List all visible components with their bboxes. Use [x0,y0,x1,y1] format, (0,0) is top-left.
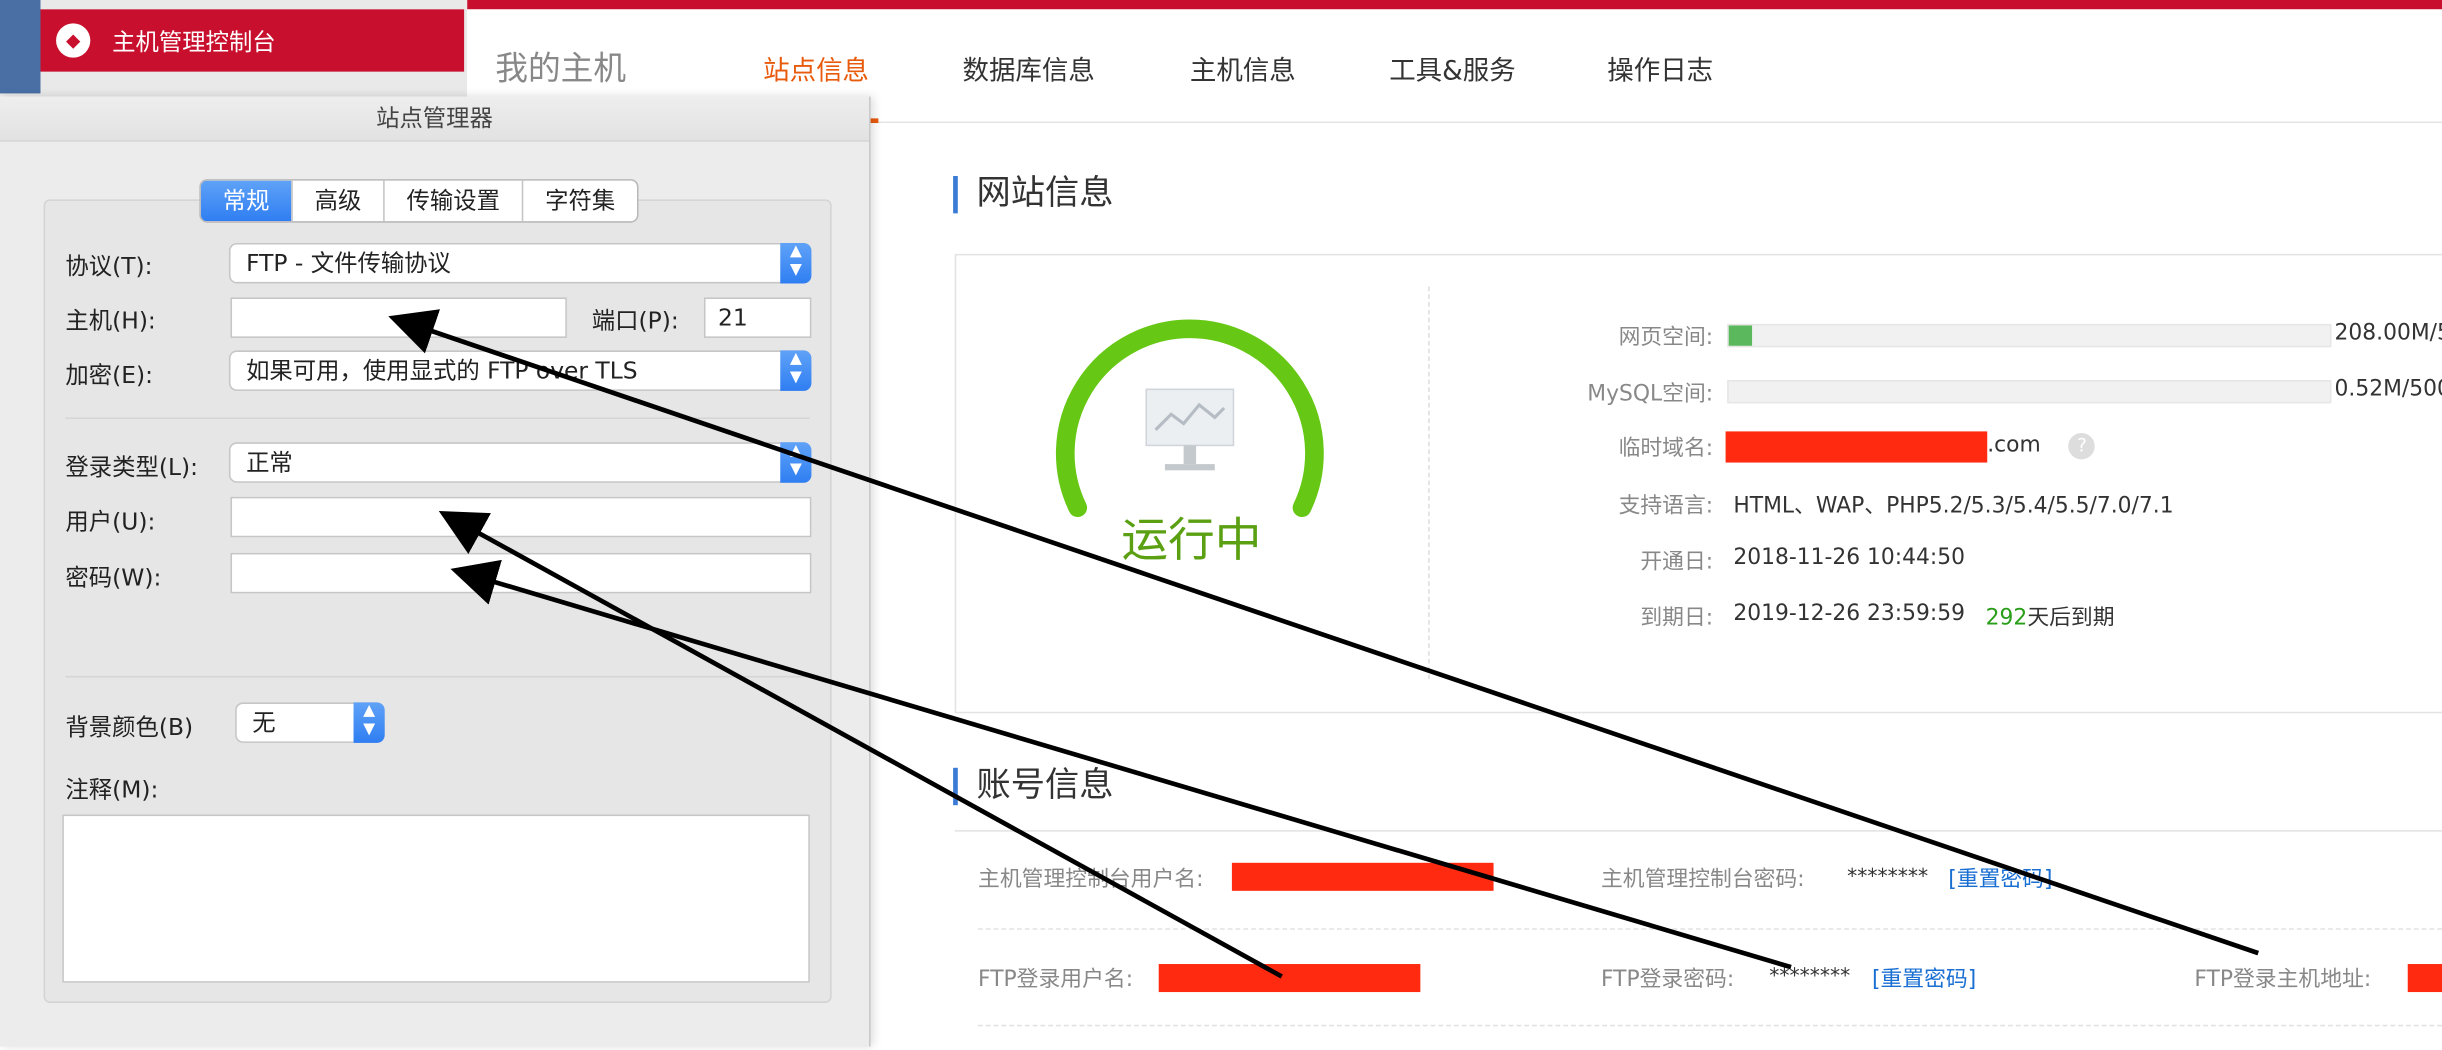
site-manager-dialog: 站点管理器 常规 高级 传输设置 字符集 协议(T): FTP - 文件传输协议… [0,96,871,1047]
console-pwd-value: ******** [1847,865,1929,890]
site-info-card: 运行中 网页空间: 208.00M/5 MySQL空间: 0.52M/500 临… [954,253,2442,714]
console-brand[interactable]: ◆ 主机管理控制台 [40,9,465,72]
tab-advanced[interactable]: 高级 [293,180,385,222]
tab-tools-services[interactable]: 工具&服务 [1389,48,1516,87]
host-input[interactable] [230,297,567,338]
expire-date-value: 2019-12-26 23:59:59 [1733,601,1965,627]
desktop-edge [0,0,41,94]
encryption-value: 如果可用，使用显式的 FTP over TLS [246,356,638,385]
port-input[interactable]: 21 [703,297,812,338]
ftp-pwd-label: FTP登录密码: [1601,967,1735,993]
open-date-value: 2018-11-26 10:44:50 [1733,545,1965,571]
bg-color-stepper-icon: ▲ ▼ [353,702,385,743]
reset-console-pwd-link[interactable]: [重置密码] [1948,863,2052,894]
comments-textarea[interactable] [62,814,810,983]
languages-label: 支持语言: [1618,493,1714,519]
tab-general[interactable]: 常规 [200,180,293,222]
comments-label: 注释(M): [65,775,159,804]
account-section-title: 账号信息 [953,767,1114,806]
web-space-value: 208.00M/5 [2334,320,2442,346]
expire-days-suffix: 天后到期 [2027,605,2115,631]
host-label: 主机(H): [65,306,156,335]
tab-host-info[interactable]: 主机信息 [1190,48,1296,87]
tab-operation-log[interactable]: 操作日志 [1607,48,1713,87]
protocol-stepper-icon: ▲ ▼ [780,242,812,284]
account-row-divider-2 [978,1024,2442,1027]
redacted-domain [1725,431,1988,463]
status-text: 运行中 [1121,513,1262,569]
temp-domain-suffix-text: .com [1987,432,2041,458]
tab-transfer-settings[interactable]: 传输设置 [385,180,524,222]
ftp-pwd-value: ******** [1769,965,1851,989]
expire-date-label: 到期日: [1640,605,1714,631]
ftp-user-label: FTP登录用户名: [978,967,1134,993]
redacted-ftp-host [2407,964,2442,993]
mysql-space-value: 0.52M/500 [2334,376,2442,402]
help-icon[interactable]: ? [2068,432,2096,460]
login-type-select[interactable]: 正常 ▲ ▼ [228,442,812,483]
password-label: 密码(W): [65,563,162,592]
reset-ftp-pwd-link[interactable]: [重置密码] [1872,962,1976,993]
expire-countdown: 292天后到期 [1986,601,2115,632]
password-input[interactable] [230,552,812,594]
tab-charset[interactable]: 字符集 [523,181,637,221]
protocol-label: 协议(T): [65,252,153,281]
login-type-label: 登录类型(L): [65,453,198,482]
web-space-fill [1728,325,1753,346]
ftp-host-label: FTP登录主机地址: [2194,967,2372,993]
web-space-label: 网页空间: [1618,325,1714,351]
mysql-space-bar [1727,380,2332,404]
user-label: 用户(U): [65,507,156,536]
account-row-divider [978,928,2442,930]
tab-site-info[interactable]: 站点信息 [763,48,869,87]
open-date-label: 开通日: [1640,549,1714,575]
brand-logo-icon: ◆ [56,23,91,58]
bg-color-label: 背景颜色(B) [65,713,194,742]
protocol-select[interactable]: FTP - 文件传输协议 ▲ ▼ [228,242,812,284]
brand-title: 主机管理控制台 [112,27,276,56]
console-pwd-label: 主机管理控制台密码: [1601,867,1805,893]
card-divider [1428,286,1430,680]
web-space-bar [1727,323,2332,348]
expire-days: 292 [1985,605,2028,631]
dialog-divider-2 [65,675,810,678]
temp-domain-suffix: .com? [1987,432,2096,460]
mysql-space-label: MySQL空间: [1587,381,1714,407]
login-type-stepper-icon: ▲ ▼ [780,442,812,483]
languages-value: HTML、WAP、PHP5.2/5.3/5.4/5.5/7.0/7.1 [1733,493,2174,519]
tab-database-info[interactable]: 数据库信息 [962,48,1094,87]
user-input[interactable] [230,496,812,538]
encryption-stepper-icon: ▲ ▼ [780,350,812,391]
encryption-select[interactable]: 如果可用，使用显式的 FTP over TLS ▲ ▼ [228,350,812,391]
dialog-title: 站点管理器 [0,96,870,142]
protocol-value: FTP - 文件传输协议 [246,249,451,278]
dialog-divider-1 [65,417,810,419]
temp-domain-label: 临时域名: [1618,436,1714,461]
bg-color-value: 无 [252,708,276,737]
redacted-ftp-user [1158,964,1421,993]
redacted-console-user [1231,862,1494,891]
login-type-value: 正常 [246,448,293,477]
home-title[interactable]: 我的主机 [495,44,626,91]
encryption-label: 加密(E): [65,361,154,390]
site-section-title: 网站信息 [953,175,1114,214]
dialog-tabs: 常规 高级 传输设置 字符集 [199,179,639,223]
port-label: 端口(P): [591,306,679,335]
bg-color-select[interactable]: 无 ▲ ▼ [235,702,385,743]
top-red-bar [467,0,2442,10]
console-user-label: 主机管理控制台用户名: [978,867,1204,893]
